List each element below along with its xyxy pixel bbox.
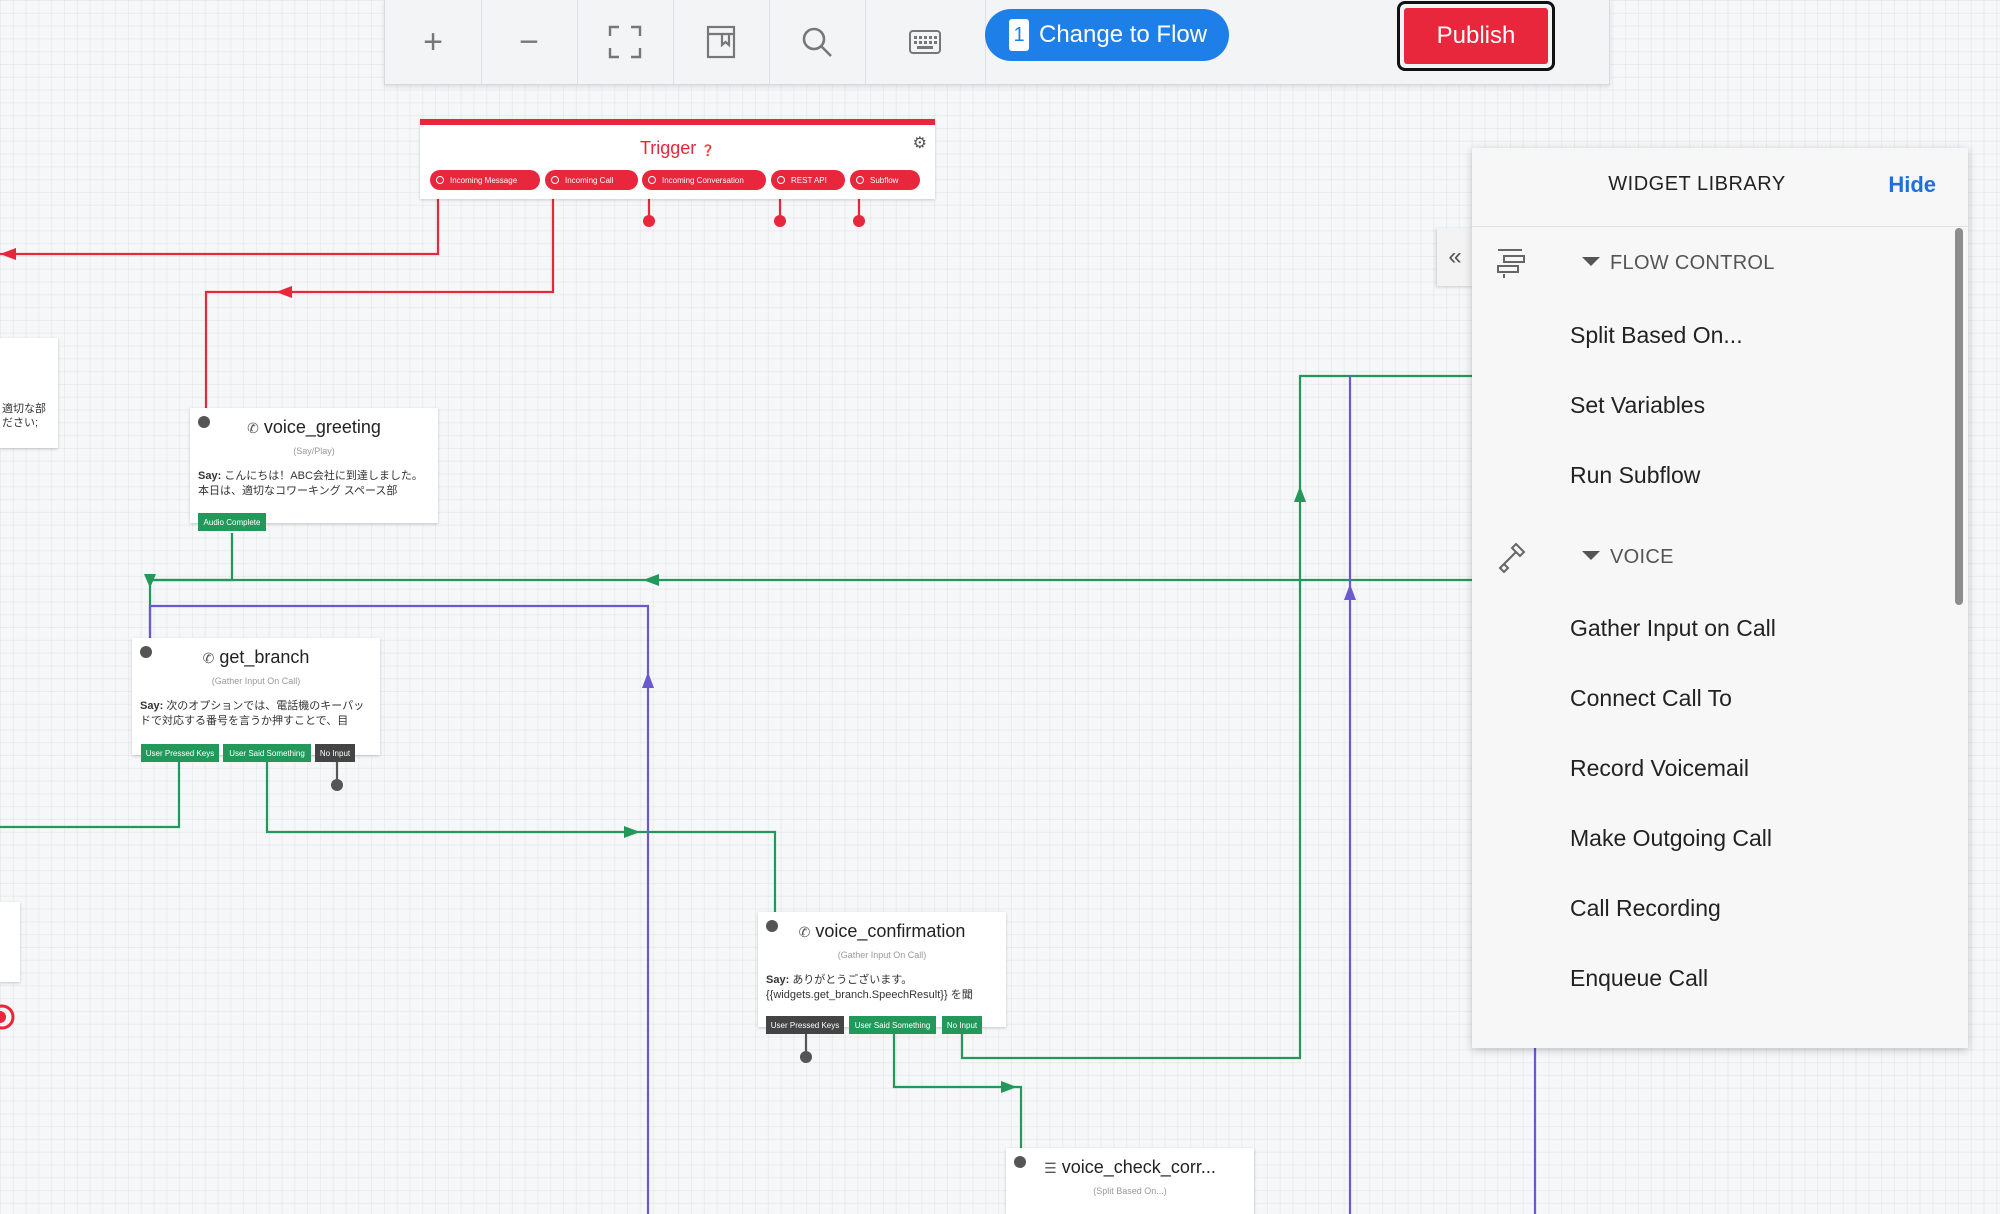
keyboard-icon [909,30,941,54]
flow-control-icon [1497,249,1525,278]
widget-name: voice_check_corr... [1061,1157,1216,1177]
library-item-split-based-on[interactable]: Split Based On... [1570,322,1743,349]
widget-name: voice_confirmation [815,921,966,941]
phone-icon: ✆ [202,650,215,666]
say-label: Say: [198,470,222,482]
library-item-run-subflow[interactable]: Run Subflow [1570,462,1700,489]
zoom-in-button[interactable]: + [385,0,482,84]
trigger-pill-subflow[interactable]: Subflow [850,170,920,190]
trigger-pill-rest-api[interactable]: REST API [771,170,845,190]
wire-pressed-keys [0,762,181,829]
widget-title: ✆ voice_confirmation [758,921,1006,942]
zoom-out-button[interactable]: − [481,0,578,84]
port-user-said-something[interactable]: User Said Something [223,744,311,762]
trigger-pill-incoming-call[interactable]: Incoming Call [545,170,638,190]
widget-say-text: Say: 次のオプションでは、電話機のキーパッドで対応する番号を言うか押すことで… [140,699,374,729]
port-user-said-something[interactable]: User Said Something [849,1016,936,1034]
plus-icon: + [423,22,443,61]
offscreen-widget-partial[interactable]: 適切な部 ださい; [0,338,58,448]
widget-title: ✆ get_branch [132,647,380,668]
trigger-widget[interactable]: Trigger ❓ ⚙ Incoming Message Incoming Ca… [420,119,935,199]
widget-get-branch[interactable]: ✆ get_branch (Gather Input On Call) Say:… [132,638,380,762]
widget-name: voice_greeting [263,417,381,437]
port-audio-complete[interactable]: Audio Complete [198,513,266,531]
widget-type: (Split Based On...) [1093,1186,1167,1196]
trigger-title: Trigger ❓ [420,138,935,159]
say-label: Say: [766,974,790,986]
publish-focus-ring: Publish [1397,1,1555,71]
partial-line-2: ださい; [2,417,39,429]
double-chevron-left-icon: « [1448,243,1462,270]
split-icon: ☰ [1044,1160,1057,1176]
phone-icon: ✆ [247,420,259,436]
library-item-call-recording[interactable]: Call Recording [1570,895,1721,922]
library-item-connect-call-to[interactable]: Connect Call To [1570,685,1732,712]
widget-voice-confirmation[interactable]: ✆ voice_confirmation (Gather Input On Ca… [758,912,1006,1034]
widget-type: (Say/Play) [293,446,335,456]
fit-screen-button[interactable] [577,0,674,84]
port-user-pressed-keys[interactable]: User Pressed Keys [766,1016,844,1034]
offscreen-widget-partial-2[interactable] [0,902,20,982]
wire-audio-complete [148,533,234,638]
widget-voice-greeting[interactable]: ✆ voice_greeting (Say/Play) Say: こんにちは！A… [190,408,438,531]
keyboard-button[interactable] [865,0,986,84]
library-item-make-outgoing-call[interactable]: Make Outgoing Call [1570,825,1772,852]
category-flow-control[interactable]: FLOW CONTROL [1582,252,1775,275]
widget-name: get_branch [219,647,310,667]
phone-icon: ✆ [798,924,811,940]
search-icon [802,27,832,57]
widget-type: (Gather Input On Call) [837,950,927,960]
port-no-input[interactable]: No Input [315,744,355,762]
toolbar: + − 1 Change to Flow Publish [384,0,1610,85]
say-body: ありがとうございます。{{widgets.get_branch.SpeechRe… [766,974,973,1001]
say-body: こんにちは！ABC会社に到達しました。本日は、適切なコワーキング スペース部 [198,470,423,497]
say-body: 次のオプションでは、電話機のキーパッドで対応する番号を言うか押すことで、目 [140,700,365,727]
wire-said-something [265,762,777,912]
fit-screen-icon [608,25,642,59]
minus-icon: − [519,22,539,61]
port-user-pressed-keys[interactable]: User Pressed Keys [141,744,219,762]
trigger-pill-incoming-message[interactable]: Incoming Message [430,170,540,190]
widget-type: (Gather Input On Call) [211,676,301,686]
hide-library-button[interactable]: Hide [1888,172,1936,198]
widget-title: ☰ voice_check_corr... [1006,1157,1254,1178]
wire-incoming-call [204,174,555,408]
change-count-badge: 1 [1009,19,1029,51]
wire-confirm-noinput [960,374,1472,1060]
library-item-gather-input-on-call[interactable]: Gather Input on Call [1570,615,1776,642]
library-item-set-variables[interactable]: Set Variables [1570,392,1705,419]
widget-say-text: Say: ありがとうございます。{{widgets.get_branch.Spe… [766,973,1000,1003]
say-label: Say: [140,700,164,712]
library-divider [1472,226,1968,227]
library-item-record-voicemail[interactable]: Record Voicemail [1570,755,1749,782]
library-scrollbar[interactable] [1955,228,1963,605]
collapse-library-button[interactable]: « [1437,228,1473,286]
trigger-pill-incoming-conversation[interactable]: Incoming Conversation [642,170,766,190]
search-button[interactable] [769,0,866,84]
settings-gear-icon[interactable]: ⚙ [913,133,927,153]
widget-voice-check[interactable]: ☰ voice_check_corr... (Split Based On...… [1006,1148,1254,1214]
category-voice[interactable]: VOICE [1582,546,1674,569]
change-to-flow-label: Change to Flow [1039,21,1208,48]
trigger-title-text: Trigger [639,138,697,158]
bookmark-button[interactable] [673,0,770,84]
phone-icon [1498,542,1526,574]
help-icon: ❓ [701,145,716,157]
wire-incoming-message [0,174,440,256]
library-item-enqueue-call[interactable]: Enqueue Call [1570,965,1708,992]
publish-button[interactable]: Publish [1404,8,1548,64]
bookmark-icon [706,25,736,59]
widget-say-text: Say: こんにちは！ABC会社に到達しました。本日は、適切なコワーキング スペ… [198,469,432,499]
widget-title: ✆ voice_greeting [190,417,438,438]
change-to-flow-button[interactable]: 1 Change to Flow [985,9,1229,61]
port-no-input[interactable]: No Input [942,1016,982,1034]
widget-library-panel: WIDGET LIBRARY Hide FLOW CONTROL Split B… [1472,148,1968,1048]
library-title: WIDGET LIBRARY [1608,173,1786,195]
